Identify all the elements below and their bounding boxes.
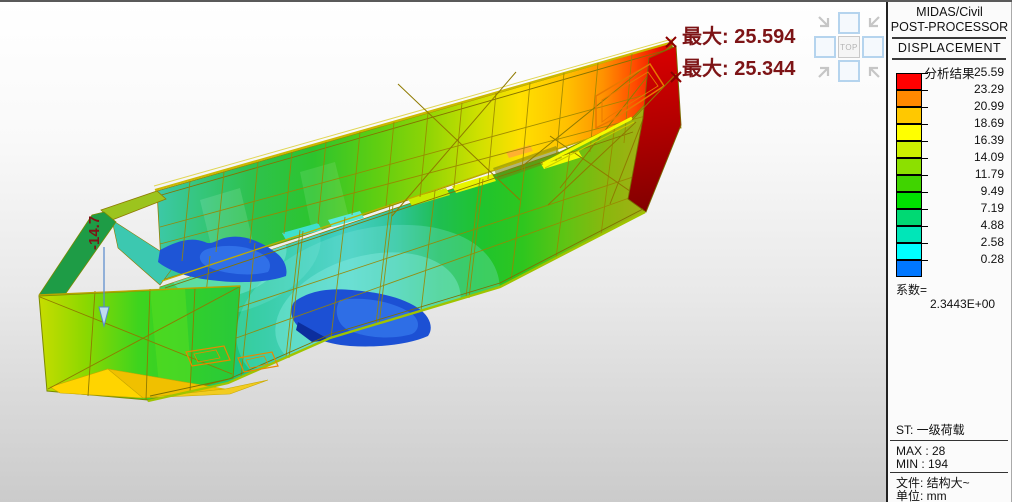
- min-node-label: MIN : 194: [896, 457, 948, 471]
- legend-tick: [922, 192, 928, 193]
- nav-pan-right-button[interactable]: [862, 36, 884, 58]
- legend-value: 7.19: [981, 201, 1004, 215]
- post-processor-panel: MIDAS/Civil POST-PROCESSOR DISPLACEMENT …: [886, 0, 1012, 502]
- factor-label: 系数=: [896, 281, 927, 298]
- min-displacement-label: -14.7: [86, 216, 103, 250]
- arrow-up-right-icon: [814, 60, 836, 82]
- legend-color-swatch: [896, 226, 922, 243]
- legend-value: 11.79: [975, 167, 1004, 181]
- view-top-button[interactable]: TOP: [838, 36, 860, 58]
- legend-row: 0.28: [896, 261, 1008, 278]
- app-title-line1: MIDAS/Civil: [888, 5, 1011, 19]
- unit-label: 单位: mm: [896, 487, 947, 502]
- legend-tick: [922, 158, 928, 159]
- legend-value: 18.69: [974, 116, 1004, 130]
- divider: [890, 440, 1008, 441]
- legend-value: 2.58: [981, 235, 1004, 249]
- legend-color-swatch: [896, 209, 922, 226]
- factor-value: 2.3443E+00: [930, 297, 995, 311]
- legend-tick: [922, 175, 928, 176]
- legend-tick: [922, 260, 928, 261]
- divider: [890, 472, 1008, 473]
- legend-value: 9.49: [981, 184, 1004, 198]
- legend: 25.5923.2920.9918.6916.3914.0911.799.497…: [896, 74, 1008, 278]
- legend-color-swatch: [896, 175, 922, 192]
- legend-value: 0.28: [981, 252, 1004, 266]
- nav-rotate-button[interactable]: [862, 60, 884, 82]
- nav-rotate-button[interactable]: [862, 12, 884, 34]
- nav-rotate-button[interactable]: [814, 12, 836, 34]
- max-node-label: MAX : 28: [896, 444, 945, 458]
- legend-tick: [922, 226, 928, 227]
- legend-tick: [922, 243, 928, 244]
- legend-value: 20.99: [974, 99, 1004, 113]
- nav-pan-down-button[interactable]: [838, 60, 860, 82]
- legend-tick: [922, 90, 928, 91]
- legend-color-swatch: [896, 192, 922, 209]
- model-viewport[interactable]: 最大: 25.594 最大: 25.344 -14.7 TOP: [0, 0, 886, 502]
- legend-color-swatch: [896, 158, 922, 175]
- view-navigation-cluster: TOP: [814, 12, 884, 82]
- legend-value: 14.09: [974, 150, 1004, 164]
- legend-color-swatch: [896, 73, 922, 90]
- legend-tick: [922, 107, 928, 108]
- legend-tick: [922, 141, 928, 142]
- legend-color-swatch: [896, 243, 922, 260]
- legend-color-swatch: [896, 124, 922, 141]
- window-top-border: [0, 0, 1012, 2]
- arrow-down-right-icon: [814, 12, 836, 34]
- divider: [892, 58, 1006, 60]
- result-mode-label: DISPLACEMENT: [888, 41, 1011, 55]
- legend-color-swatch: [896, 107, 922, 124]
- max-displacement-label-1: 最大: 25.594: [682, 20, 795, 49]
- legend-value: 4.88: [981, 218, 1004, 232]
- legend-color-swatch: [896, 141, 922, 158]
- load-case-label: ST: 一级荷载: [896, 421, 965, 438]
- max-displacement-label-2: 最大: 25.344: [682, 52, 795, 81]
- legend-tick: [922, 124, 928, 125]
- min-annotation-arrow: [99, 247, 109, 326]
- legend-tick: [922, 73, 928, 74]
- legend-value: 16.39: [974, 133, 1004, 147]
- nav-pan-up-button[interactable]: [838, 12, 860, 34]
- app-title-line2: POST-PROCESSOR: [888, 20, 1011, 34]
- arrow-up-left-icon: [862, 60, 884, 82]
- legend-color-swatch: [896, 260, 922, 277]
- nav-pan-left-button[interactable]: [814, 36, 836, 58]
- midas-civil-window: 最大: 25.594 最大: 25.344 -14.7 TOP: [0, 0, 1012, 502]
- nav-rotate-button[interactable]: [814, 60, 836, 82]
- arrow-down-left-icon: [862, 12, 884, 34]
- divider: [892, 37, 1006, 39]
- legend-tick: [922, 209, 928, 210]
- legend-color-swatch: [896, 90, 922, 107]
- legend-value: 23.29: [974, 82, 1004, 96]
- legend-value: 25.59: [974, 65, 1004, 79]
